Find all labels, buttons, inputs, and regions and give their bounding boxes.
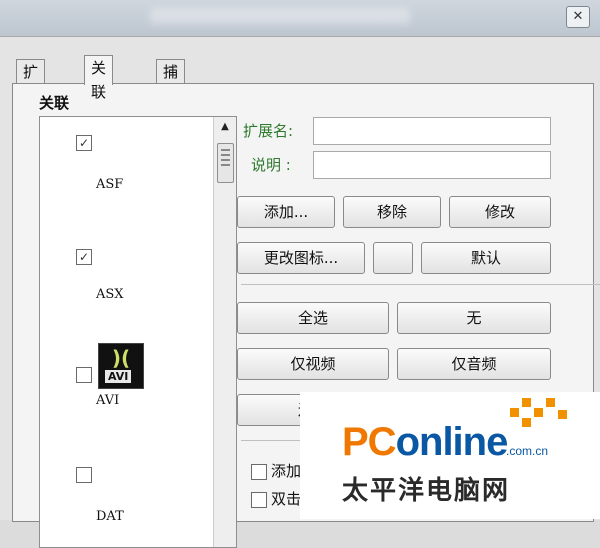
double-click-label: 双击: [271, 490, 302, 508]
list-scrollbar[interactable]: ▲: [213, 117, 236, 547]
audio-only-button[interactable]: 仅音频: [397, 348, 551, 380]
default-button[interactable]: 默认: [421, 242, 551, 274]
checkbox-dat[interactable]: [76, 467, 92, 483]
checkbox-asx[interactable]: ✓: [76, 249, 92, 265]
remove-button[interactable]: 移除: [343, 196, 441, 228]
item-label: ASX: [96, 287, 124, 302]
list-item[interactable]: ✓ ASF: [40, 135, 210, 215]
list-item[interactable]: )( AVI AVI: [40, 343, 210, 433]
watermark-brand-b: online: [395, 420, 509, 464]
tab-capture[interactable]: 捕获: [156, 59, 186, 105]
list-item[interactable]: DAT: [40, 467, 210, 547]
item-label: DAT: [96, 509, 124, 524]
watermark-logo: PConline: [342, 420, 509, 465]
avi-icon-label: AVI: [105, 370, 132, 383]
change-icon-button[interactable]: 更改图标...: [237, 242, 365, 274]
item-label: AVI: [96, 393, 120, 408]
option-double-click[interactable]: 双击: [251, 488, 301, 509]
extension-label: 扩展名:: [243, 122, 294, 140]
extension-input[interactable]: [313, 117, 551, 145]
select-none-button[interactable]: 无: [397, 302, 551, 334]
modify-button[interactable]: 修改: [449, 196, 551, 228]
item-label: ASF: [96, 177, 124, 192]
video-only-button[interactable]: 仅视频: [237, 348, 389, 380]
file-type-list[interactable]: ✓ ASF ✓ ASX )( AVI AVI DAT ▲: [39, 116, 237, 548]
scroll-thumb[interactable]: [217, 143, 234, 183]
checkbox-asf[interactable]: ✓: [76, 135, 92, 151]
scroll-up-icon[interactable]: ▲: [214, 121, 236, 135]
description-label: 说明 :: [251, 156, 291, 174]
avi-file-icon: )( AVI: [98, 343, 144, 389]
site-watermark: PConline .com.cn 太平洋电脑网: [300, 392, 600, 519]
double-click-checkbox[interactable]: [251, 491, 267, 508]
add-button[interactable]: 添加...: [237, 196, 335, 228]
separator: [241, 284, 600, 285]
watermark-brand-a: PC: [342, 420, 397, 464]
add-option-checkbox[interactable]: [251, 463, 267, 480]
tab-extensions[interactable]: 扩展名: [16, 59, 46, 129]
list-item[interactable]: ✓ ASX: [40, 249, 210, 329]
close-icon: ✕: [572, 9, 584, 24]
tab-association[interactable]: 关联: [84, 55, 114, 101]
watermark-cn-name: 太平洋电脑网: [342, 476, 511, 506]
checkbox-avi[interactable]: [76, 367, 92, 383]
add-option-label: 添加: [271, 462, 302, 480]
group-label: 关联: [39, 94, 70, 112]
watermark-domain: .com.cn: [506, 444, 549, 458]
select-all-button[interactable]: 全选: [237, 302, 389, 334]
description-input[interactable]: [313, 151, 551, 179]
close-button[interactable]: ✕: [566, 6, 590, 28]
title-text-blurred: [150, 8, 410, 24]
icon-preview-button[interactable]: [373, 242, 413, 274]
option-add[interactable]: 添加: [251, 460, 301, 481]
